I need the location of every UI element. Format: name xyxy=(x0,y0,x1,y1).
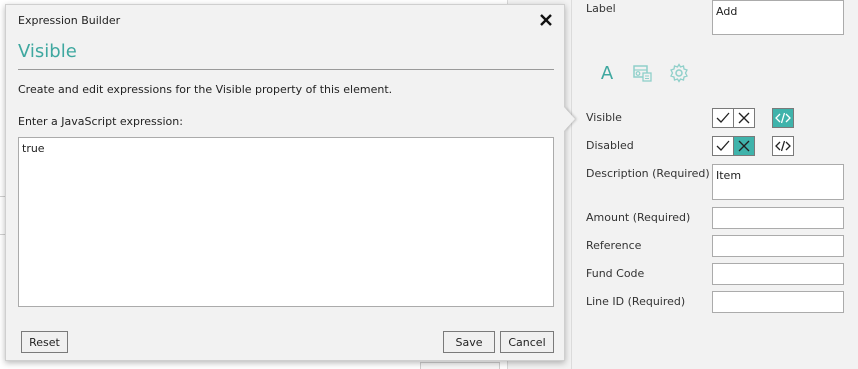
tab-settings[interactable] xyxy=(666,60,692,86)
text-format-icon: A xyxy=(600,62,614,84)
expression-editor[interactable]: true xyxy=(18,137,554,307)
heading-divider xyxy=(18,69,554,70)
close-button[interactable] xyxy=(538,12,554,28)
description-field[interactable]: Item xyxy=(712,164,844,200)
visible-expression-button[interactable] xyxy=(772,108,794,128)
reference-field[interactable] xyxy=(712,235,844,257)
disabled-true-toggle[interactable] xyxy=(712,136,734,156)
x-icon xyxy=(738,140,750,152)
disabled-false-toggle[interactable] xyxy=(733,136,755,156)
disabled-expression-button[interactable] xyxy=(772,136,794,156)
code-icon xyxy=(775,140,791,152)
property-tabs: A xyxy=(594,60,692,86)
save-button[interactable]: Save xyxy=(443,331,495,353)
tab-appearance[interactable]: A xyxy=(594,60,620,86)
dialog-title: Expression Builder xyxy=(18,14,121,27)
tab-data[interactable] xyxy=(630,60,656,86)
dialog-heading: Visible xyxy=(18,41,77,62)
settings-gear-icon xyxy=(670,63,688,83)
amount-caption: Amount (Required) xyxy=(586,211,691,224)
code-icon xyxy=(775,112,791,124)
dialog-description: Create and edit expressions for the Visi… xyxy=(18,83,393,96)
disabled-caption: Disabled xyxy=(586,139,634,152)
x-icon xyxy=(738,112,750,124)
visible-false-toggle[interactable] xyxy=(733,108,755,128)
visible-caption: Visible xyxy=(586,111,622,124)
label-field[interactable]: Add xyxy=(712,0,844,35)
close-icon xyxy=(540,14,552,26)
data-binding-icon xyxy=(633,65,652,82)
expression-prompt: Enter a JavaScript expression: xyxy=(18,115,183,128)
visible-toggle xyxy=(712,108,755,128)
label-caption: Label xyxy=(586,2,616,15)
description-caption: Description (Required) xyxy=(586,167,710,180)
check-icon xyxy=(716,112,730,123)
fund-code-caption: Fund Code xyxy=(586,267,645,280)
visible-true-toggle[interactable] xyxy=(712,108,734,128)
line-id-caption: Line ID (Required) xyxy=(586,295,686,308)
amount-field[interactable] xyxy=(712,207,844,229)
cancel-button[interactable]: Cancel xyxy=(500,331,554,353)
properties-panel: Label Add A Visible Disabled Description… xyxy=(571,0,858,369)
reference-caption: Reference xyxy=(586,239,642,252)
canvas-element-fragment xyxy=(420,362,500,369)
fund-code-field[interactable] xyxy=(712,263,844,285)
expression-builder-dialog: Expression Builder Visible Create and ed… xyxy=(5,4,575,361)
disabled-toggle xyxy=(712,136,755,156)
line-id-field[interactable] xyxy=(712,291,844,313)
reset-button[interactable]: Reset xyxy=(21,331,68,353)
dialog-pointer xyxy=(564,107,575,131)
check-icon xyxy=(716,140,730,151)
